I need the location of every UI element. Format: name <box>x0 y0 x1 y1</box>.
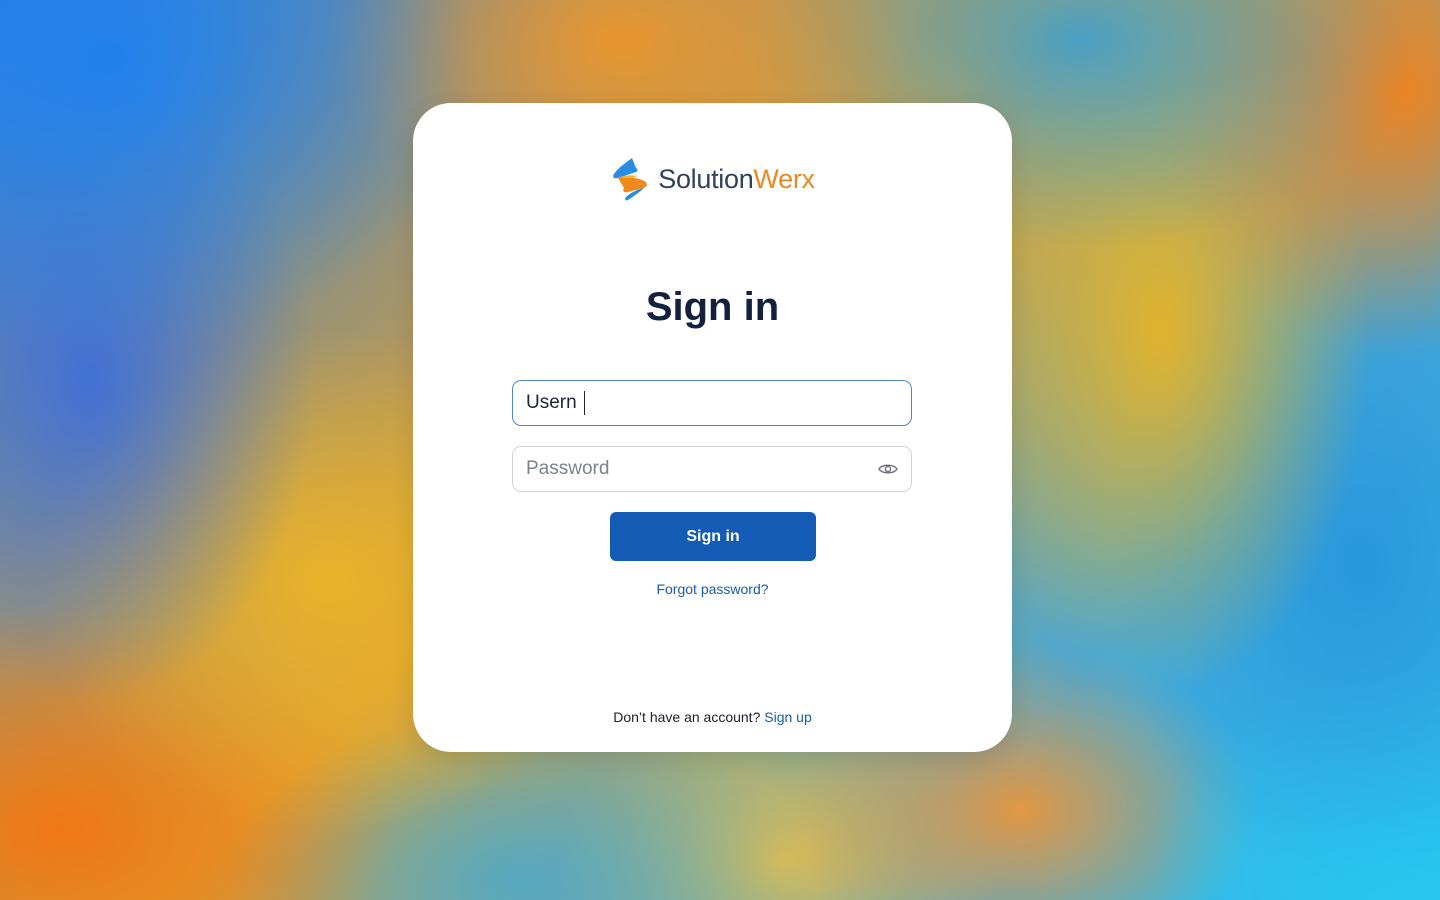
brand-name-part1: Solution <box>658 163 754 194</box>
solutionwerx-logo-icon <box>610 156 650 202</box>
forgot-password-link[interactable]: Forgot password? <box>413 581 1012 597</box>
brand-name: SolutionWerx <box>658 163 815 194</box>
eye-icon[interactable] <box>878 459 898 479</box>
sign-in-button[interactable]: Sign in <box>610 512 816 561</box>
brand-logo: SolutionWerx <box>413 155 1012 203</box>
sign-in-card: SolutionWerx Sign in Usern Password Sign… <box>413 103 1012 752</box>
brand-name-part2: Werx <box>753 163 815 194</box>
password-field[interactable]: Password <box>512 446 912 492</box>
signup-prompt-text: Don’t have an account? <box>613 709 761 725</box>
password-placeholder: Password <box>526 458 610 479</box>
signup-prompt: Don’t have an account? Sign up <box>413 709 1012 725</box>
text-caret <box>583 391 586 415</box>
page-title: Sign in <box>645 285 780 329</box>
sign-up-link[interactable]: Sign up <box>764 709 811 725</box>
username-input-value: Usern <box>526 392 582 413</box>
username-field[interactable]: Usern <box>512 380 912 426</box>
